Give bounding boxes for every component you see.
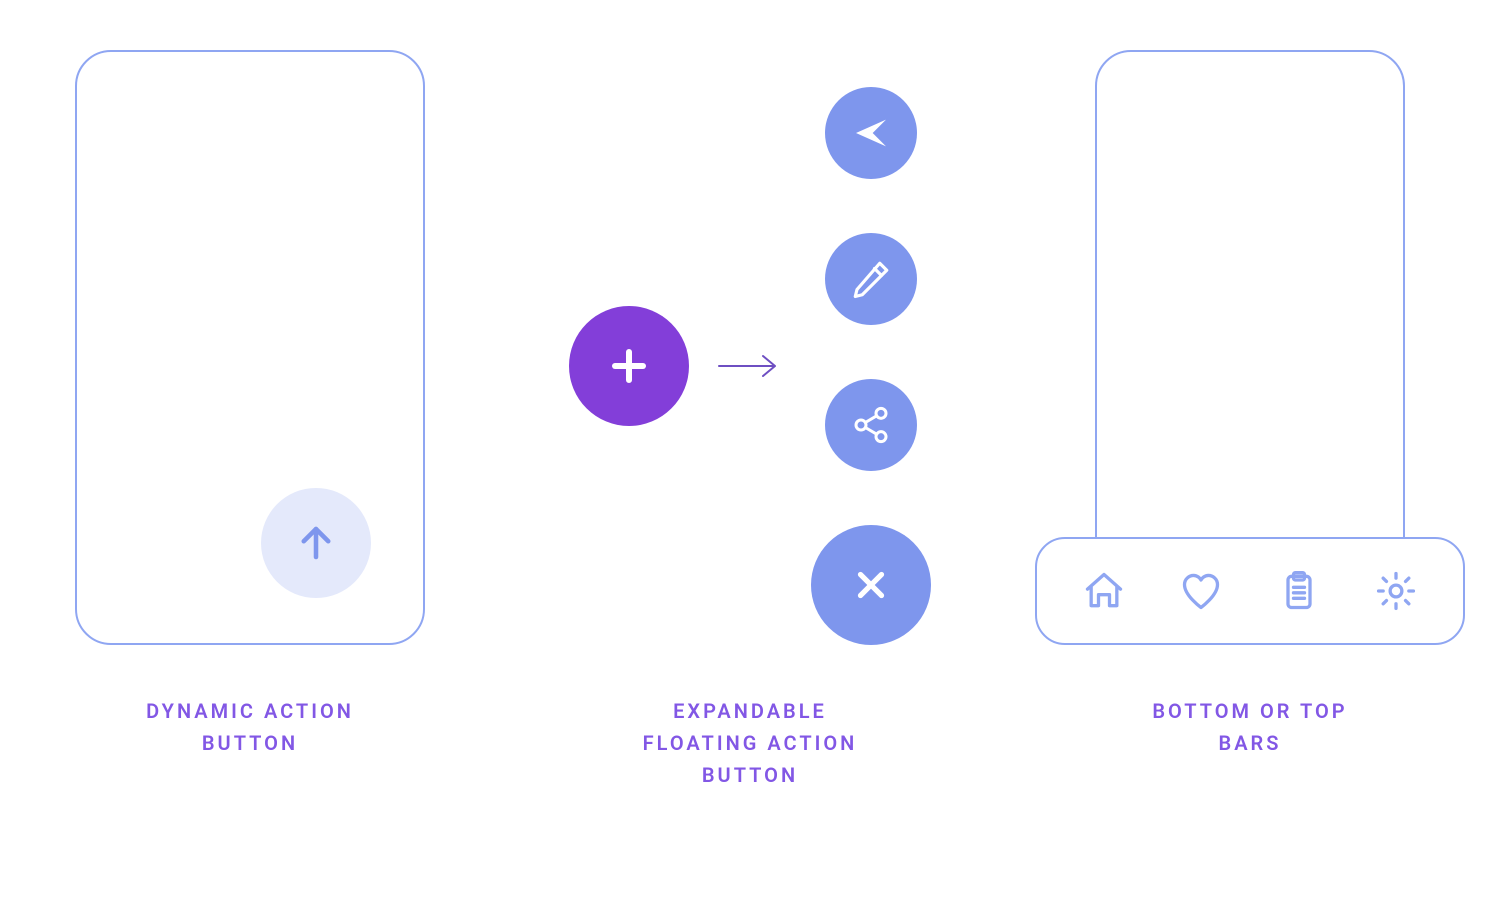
col-expandable-fab: EXPANDABLE FLOATING ACTION BUTTON — [510, 50, 990, 791]
fab-item-send[interactable] — [825, 87, 917, 179]
close-icon — [850, 564, 892, 606]
fab-expanded-stack — [811, 87, 931, 645]
fab-expanded-main[interactable] — [811, 525, 931, 645]
caption-1-line2: BUTTON — [202, 731, 298, 755]
phone3-wrap — [1030, 50, 1470, 645]
fab-area — [569, 50, 931, 645]
phone-frame-1 — [75, 50, 425, 645]
fab-item-edit[interactable] — [825, 233, 917, 325]
col-bottom-top-bars: BOTTOM OR TOP BARS — [1010, 50, 1490, 759]
diagram-row: DYNAMIC ACTION BUTTON — [0, 0, 1500, 791]
fab-collapsed[interactable] — [569, 306, 689, 426]
caption-2-line2: FLOATING ACTION — [643, 731, 858, 755]
caption-2: EXPANDABLE FLOATING ACTION BUTTON — [643, 695, 858, 791]
caption-3-line1: BOTTOM OR TOP — [1152, 699, 1347, 723]
transition-arrow — [715, 351, 785, 381]
gear-icon[interactable] — [1374, 569, 1418, 613]
col-dynamic-action-button: DYNAMIC ACTION BUTTON — [10, 50, 490, 759]
bottom-bar — [1035, 537, 1465, 645]
send-icon — [851, 113, 891, 153]
plus-icon — [605, 342, 653, 390]
arrow-right-icon — [717, 351, 783, 381]
caption-1: DYNAMIC ACTION BUTTON — [146, 695, 354, 759]
phone-frame-3 — [1095, 50, 1405, 610]
pencil-icon — [850, 258, 892, 300]
fab-row — [569, 87, 931, 645]
caption-2-line1: EXPANDABLE — [673, 699, 827, 723]
caption-3: BOTTOM OR TOP BARS — [1152, 695, 1347, 759]
share-icon — [851, 405, 891, 445]
heart-icon[interactable] — [1179, 569, 1223, 613]
caption-1-line1: DYNAMIC ACTION — [146, 699, 354, 723]
home-icon[interactable] — [1082, 569, 1126, 613]
caption-3-line2: BARS — [1219, 731, 1282, 755]
caption-2-line3: BUTTON — [702, 763, 798, 787]
arrow-up-icon — [295, 522, 337, 564]
dynamic-action-button[interactable] — [261, 488, 371, 598]
clipboard-icon[interactable] — [1277, 569, 1321, 613]
fab-item-share[interactable] — [825, 379, 917, 471]
